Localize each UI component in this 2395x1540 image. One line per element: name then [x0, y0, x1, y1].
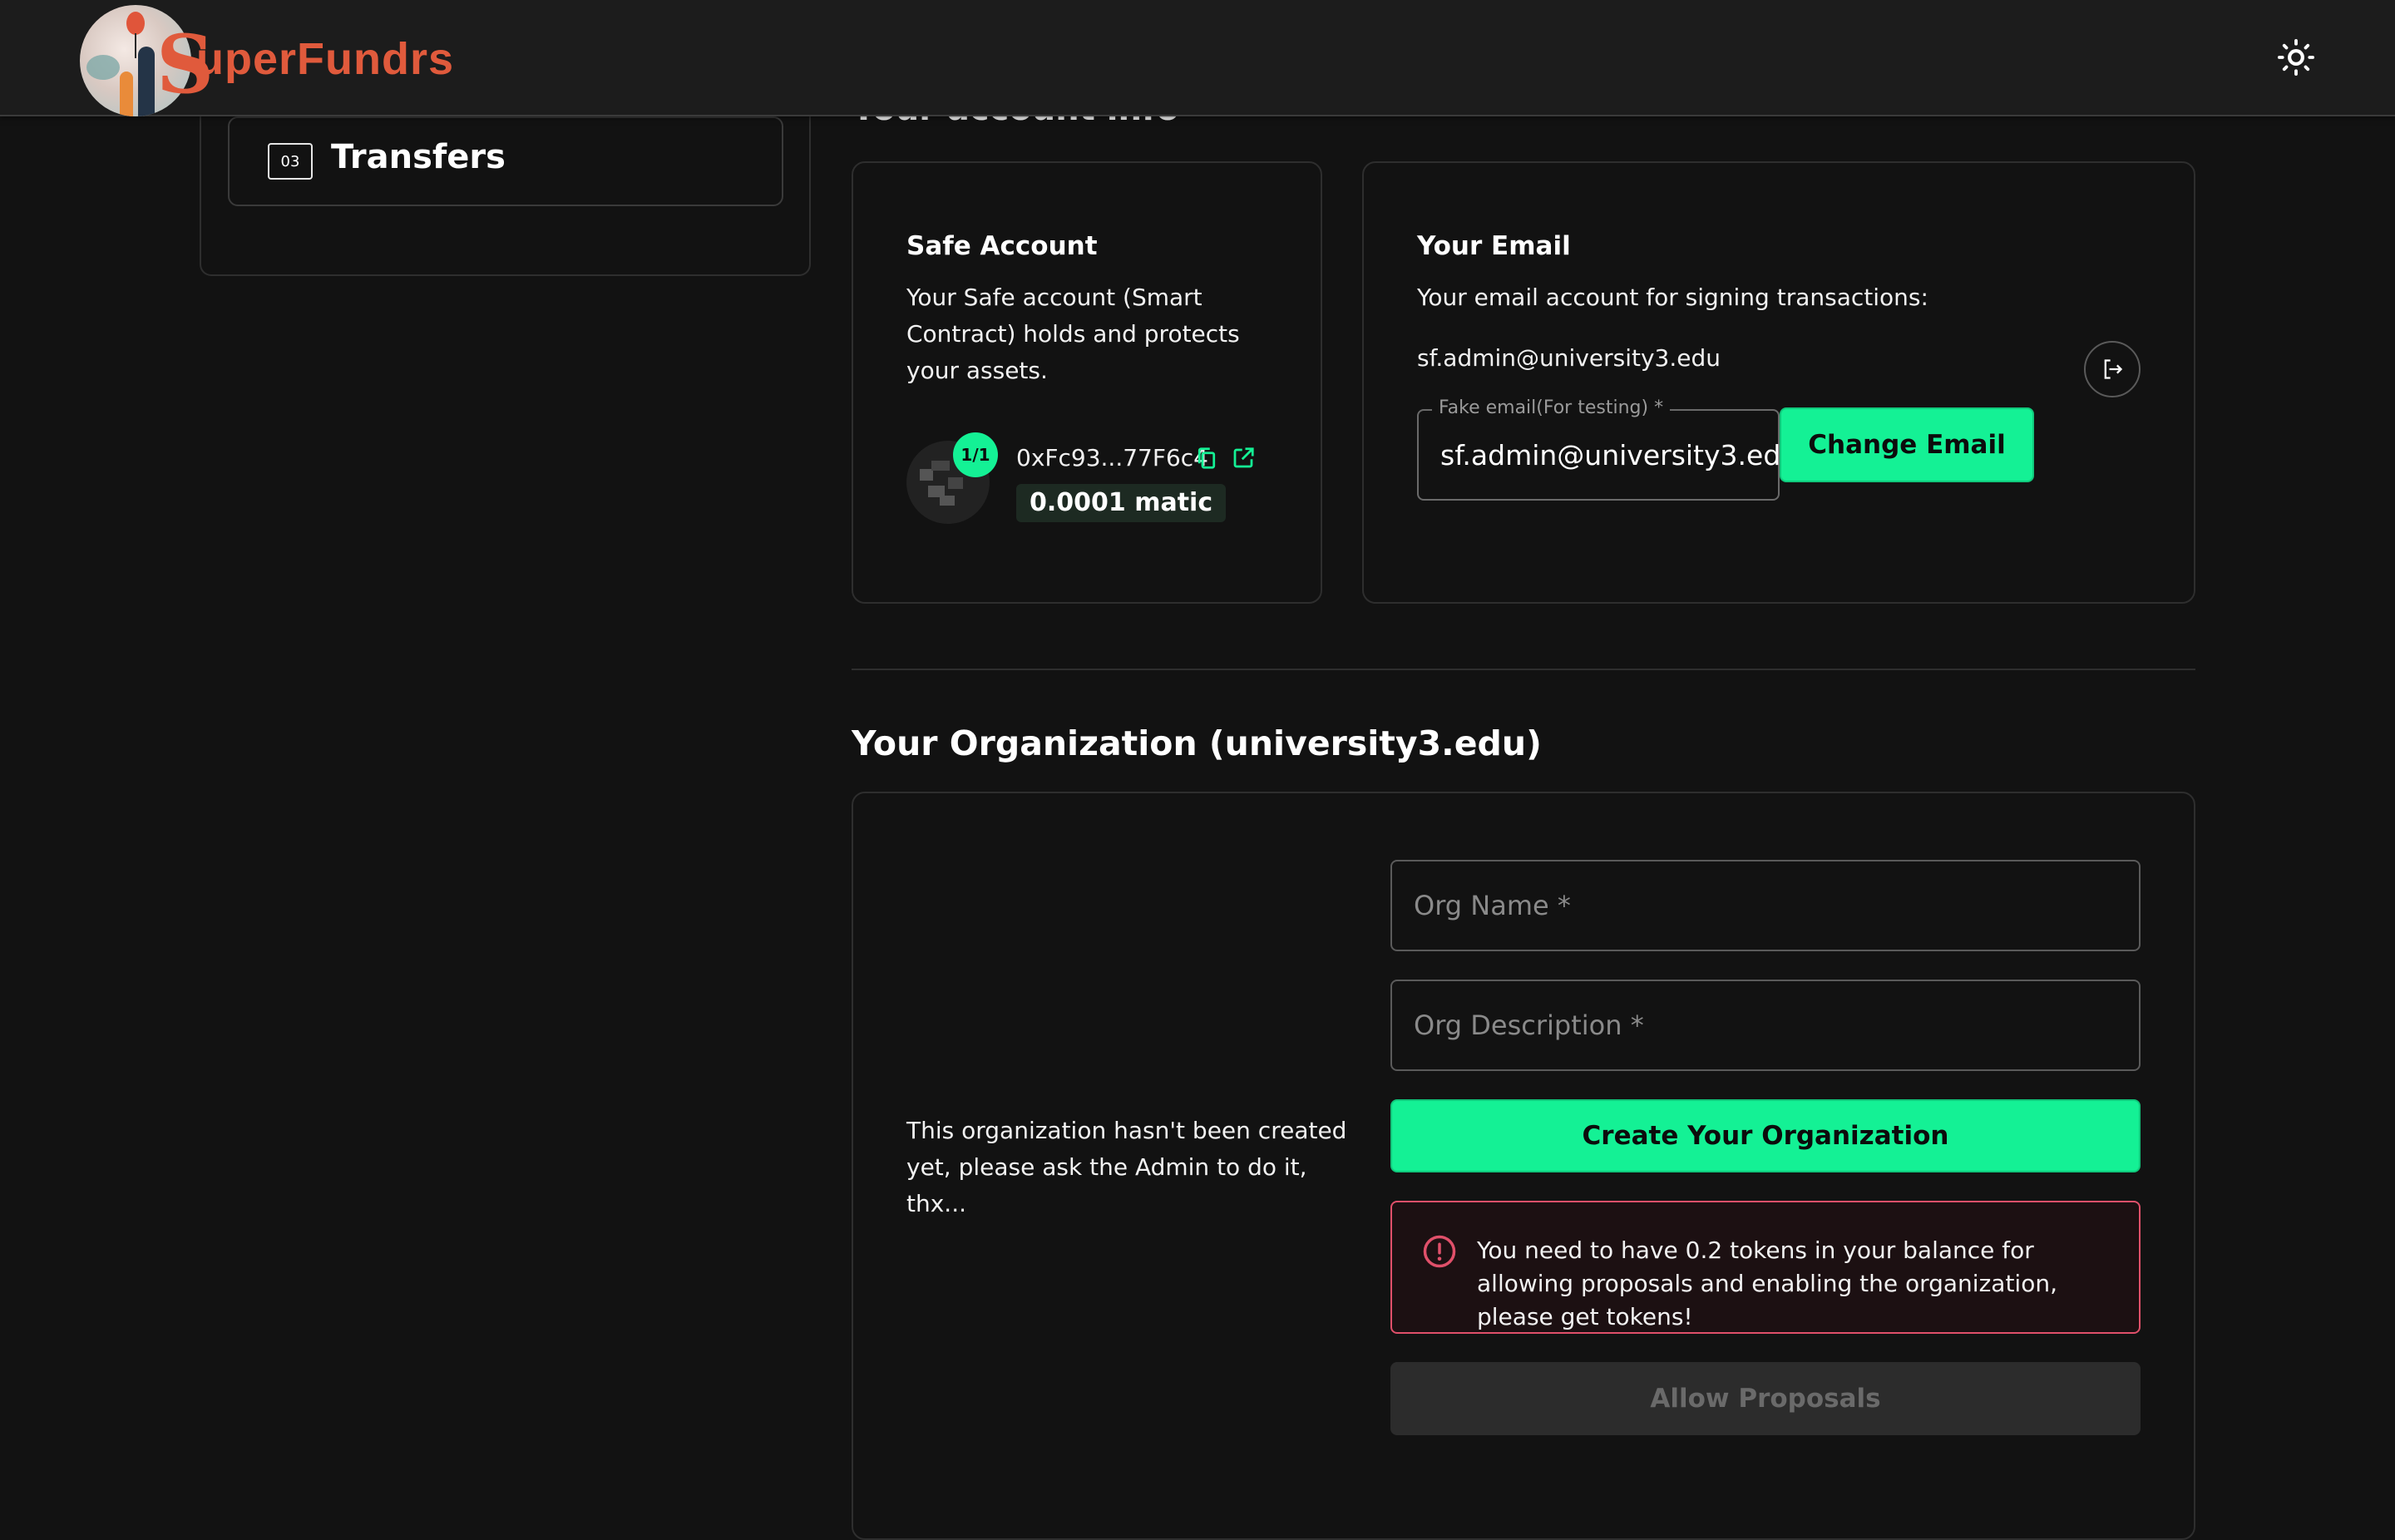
copy-address-button[interactable] [1194, 446, 1221, 472]
safe-address: 0xFc93...77F6c4 [1016, 444, 1208, 471]
org-name-input[interactable] [1414, 861, 2121, 950]
threshold-badge: 1/1 [953, 432, 998, 477]
org-description-field[interactable] [1390, 980, 2141, 1071]
token-balance-alert: You need to have 0.2 tokens in your bala… [1390, 1201, 2141, 1334]
section-divider [852, 669, 2195, 670]
org-description-input[interactable] [1414, 981, 2121, 1069]
create-organization-button[interactable]: Create Your Organization [1390, 1099, 2141, 1172]
logout-icon [2104, 359, 2123, 379]
app-header: S uperFundrs [0, 0, 2395, 116]
sidebar-item-transfers[interactable]: 03 Transfers [228, 116, 783, 206]
org-name-field[interactable] [1390, 860, 2141, 951]
email-card-title: Your Email [1417, 231, 1571, 261]
copy-icon [1198, 447, 1216, 469]
email-card [1362, 161, 2195, 604]
fake-email-value[interactable]: sf.admin@university3.edu [1440, 439, 1798, 471]
safe-balance: 0.0001 matic [1016, 484, 1227, 522]
logout-button[interactable] [2084, 341, 2141, 397]
safe-account-title: Safe Account [906, 231, 1098, 261]
change-email-button[interactable]: Change Email [1780, 407, 2034, 482]
current-email: sf.admin@university3.edu [1417, 344, 1721, 372]
external-link-icon [1233, 447, 1254, 468]
organization-status-text: This organization hasn't been created ye… [906, 1117, 1347, 1217]
sidebar-item-number: 03 [268, 143, 313, 180]
fake-email-label: Fake email(For testing) * [1432, 397, 1671, 418]
logo-text: uperFundrs [196, 34, 455, 84]
alert-message: You need to have 0.2 tokens in your bala… [1477, 1236, 2057, 1330]
email-card-description: Your email account for signing transacti… [1417, 284, 1928, 311]
theme-toggle-button[interactable] [2275, 37, 2317, 78]
safe-account-description: Your Safe account (Smart Contract) holds… [906, 284, 1240, 384]
open-explorer-button[interactable] [1231, 446, 1257, 472]
error-icon [1423, 1235, 1456, 1268]
sun-icon [2277, 38, 2315, 77]
allow-proposals-button: Allow Proposals [1390, 1362, 2141, 1435]
organization-title: Your Organization (university3.edu) [852, 723, 1542, 763]
sidebar-item-label: Transfers [331, 138, 506, 176]
